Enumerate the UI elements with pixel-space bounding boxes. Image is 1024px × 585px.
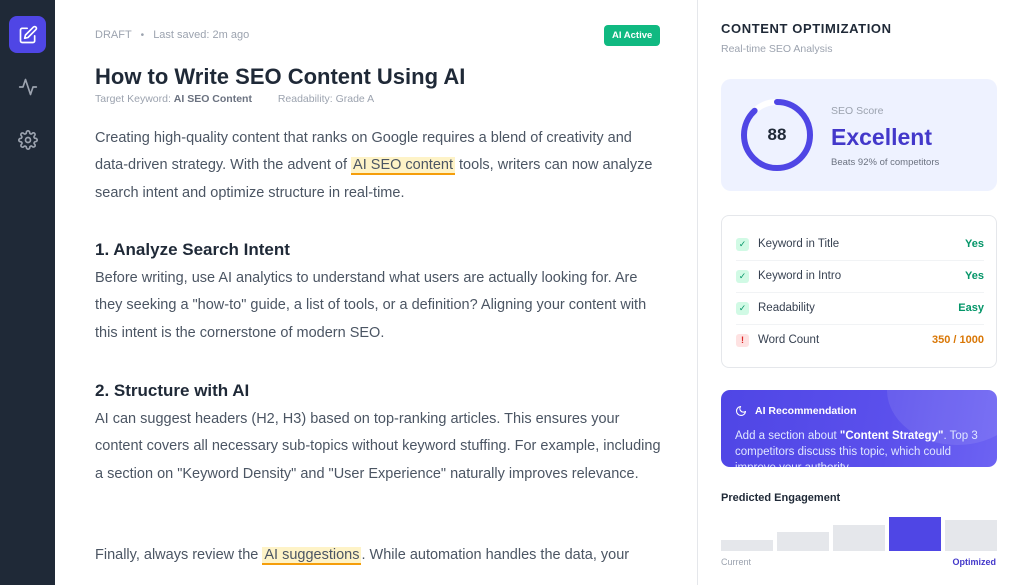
panel-subtitle: Real-time SEO Analysis	[721, 43, 833, 55]
engagement-title: Predicted Engagement	[721, 492, 841, 504]
draft-status: DRAFT	[95, 29, 132, 41]
check-value: Yes	[965, 238, 984, 250]
rail-edit-button[interactable]	[9, 16, 46, 53]
divider	[736, 292, 984, 293]
engagement-bar	[889, 517, 941, 551]
check-row-keyword-intro: ✓ Keyword in Intro Yes	[736, 266, 984, 286]
engagement-bars	[721, 514, 997, 551]
rail-activity-button[interactable]	[9, 68, 46, 105]
recommendation-topic: "Content Strategy"	[839, 430, 944, 442]
section-paragraph-2[interactable]: AI can suggest headers (H2, H3) based on…	[95, 406, 665, 488]
document-title[interactable]: How to Write SEO Content Using AI	[95, 64, 465, 90]
intro-paragraph[interactable]: Creating high-quality content that ranks…	[95, 125, 665, 207]
check-label: Word Count	[758, 334, 820, 346]
target-keyword-label: Target Keyword:	[95, 93, 171, 105]
divider	[736, 260, 984, 261]
target-keyword: AI SEO Content	[173, 93, 252, 105]
check-icon: ✓	[736, 237, 749, 251]
rail-settings-button[interactable]	[9, 121, 46, 158]
section-paragraph-1[interactable]: Before writing, use AI analytics to unde…	[95, 265, 665, 347]
recommendation-title: AI Recommendation	[755, 405, 857, 417]
readability-grade: Readability: Grade A	[277, 93, 375, 105]
final-text-1: Finally, always review the	[95, 547, 259, 563]
section-heading-2[interactable]: 2. Structure with AI	[95, 381, 249, 401]
section-heading-1[interactable]: 1. Analyze Search Intent	[95, 240, 290, 260]
seo-score-rating: Excellent	[831, 124, 932, 150]
final-paragraph[interactable]: Finally, always review the AI suggestion…	[95, 542, 665, 569]
doc-meta: DRAFT • Last saved: 2m ago	[95, 29, 249, 41]
recommendation-header: AI Recommendation	[735, 405, 857, 417]
ai-recommendation-card[interactable]: AI Recommendation Add a section about "C…	[721, 390, 997, 467]
seo-score-value: 88	[767, 125, 787, 144]
engagement-bar	[945, 520, 997, 551]
warning-icon: !	[736, 333, 749, 347]
panel-title: CONTENT OPTIMIZATION	[721, 21, 892, 36]
optimization-panel: CONTENT OPTIMIZATION Real-time SEO Analy…	[697, 0, 1024, 585]
suggestion-highlight[interactable]: AI suggestions	[262, 547, 362, 565]
edit-icon	[19, 25, 37, 43]
recommendation-text-1: Add a section about	[735, 430, 837, 442]
check-row-keyword-title: ✓ Keyword in Title Yes	[736, 234, 984, 254]
check-icon: ✓	[736, 269, 749, 283]
engagement-bar	[777, 532, 829, 551]
engagement-bar	[833, 525, 885, 551]
check-label: Keyword in Intro	[758, 270, 842, 282]
seo-score-card: 88 SEO Score Excellent Beats 92% of comp…	[721, 79, 997, 191]
check-icon: ✓	[736, 301, 749, 315]
divider	[736, 324, 984, 325]
check-row-word-count: ! Word Count 350 / 1000	[736, 330, 984, 350]
engagement-current-label: Current	[721, 557, 752, 567]
check-label: Readability	[758, 302, 815, 314]
moon-icon	[735, 405, 747, 417]
check-value: Yes	[965, 270, 984, 282]
keyword-highlight[interactable]: AI SEO content	[351, 157, 455, 176]
checklist-card: ✓ Keyword in Title Yes ✓ Keyword in Intr…	[721, 215, 997, 368]
final-text-2: . While automation handles the data, you…	[361, 547, 630, 563]
left-rail	[0, 0, 55, 585]
seo-score-note: Beats 92% of competitors	[831, 157, 940, 168]
seo-score-label: SEO Score	[831, 105, 884, 117]
activity-icon	[18, 78, 37, 95]
gear-icon	[17, 129, 38, 150]
recommendation-text: Add a section about "Content Strategy". …	[735, 428, 985, 467]
check-value: 350 / 1000	[932, 334, 984, 346]
check-label: Keyword in Title	[758, 238, 840, 250]
doc-subline: Target Keyword: AI SEO Content Readabili…	[95, 93, 374, 105]
editor-area[interactable]: DRAFT • Last saved: 2m ago AI Active How…	[55, 0, 697, 585]
last-saved: Last saved: 2m ago	[153, 29, 250, 41]
ai-active-badge: AI Active	[604, 25, 661, 46]
engagement-optimized-label: Optimized	[952, 557, 996, 567]
engagement-bar	[721, 540, 773, 551]
meta-separator: •	[140, 29, 145, 41]
check-row-readability: ✓ Readability Easy	[736, 298, 984, 318]
check-value: Easy	[958, 302, 984, 314]
